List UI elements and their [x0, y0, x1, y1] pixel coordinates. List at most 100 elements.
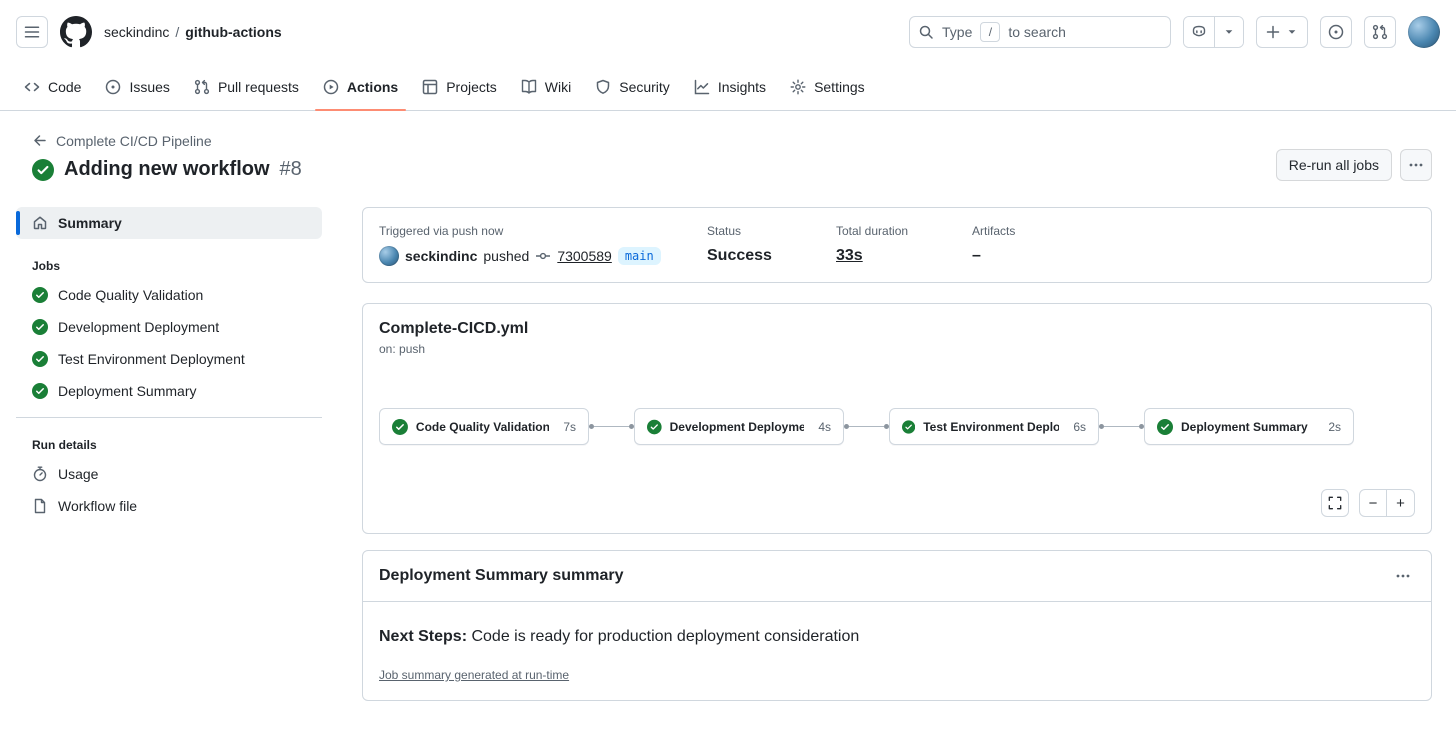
artifacts-label: Artifacts — [972, 224, 1016, 238]
graph-connector — [1099, 424, 1144, 429]
tab-label: Pull requests — [217, 79, 299, 95]
commit-sha-link[interactable]: 7300589 — [557, 248, 612, 264]
book-icon — [521, 79, 536, 94]
git-commit-icon — [536, 252, 551, 260]
tab-security[interactable]: Security — [587, 64, 678, 110]
hamburger-menu-button[interactable] — [16, 16, 48, 48]
workflow-graph-card: Complete-CICD.yml on: push Code Quality … — [362, 303, 1432, 534]
tab-settings[interactable]: Settings — [782, 64, 873, 110]
run-main: Triggered via push now seckindinc pushed… — [362, 207, 1432, 701]
create-new-button[interactable] — [1256, 16, 1308, 48]
fullscreen-icon — [1328, 496, 1342, 510]
breadcrumb-owner[interactable]: seckindinc — [104, 24, 169, 40]
copilot-dropdown-button[interactable] — [1214, 17, 1243, 47]
sidebar-job-test-environment-deployment[interactable]: Test Environment Deployment — [16, 343, 322, 375]
chevron-down-icon — [1225, 30, 1233, 34]
branch-badge[interactable]: main — [617, 247, 661, 265]
tab-label: Issues — [129, 79, 170, 95]
workflow-trigger: on: push — [379, 342, 426, 356]
fullscreen-button[interactable] — [1321, 489, 1349, 517]
code-icon — [24, 82, 40, 92]
slash-key-hint: / — [980, 22, 1001, 42]
kebab-horizontal-icon — [1409, 163, 1423, 167]
tab-pull-requests[interactable]: Pull requests — [186, 64, 307, 110]
hamburger-icon — [24, 26, 40, 38]
tab-label: Settings — [814, 79, 865, 95]
user-avatar[interactable] — [1408, 16, 1440, 48]
triggered-label: Triggered via push now — [379, 224, 504, 238]
shield-icon — [596, 79, 610, 94]
github-logo-icon[interactable] — [60, 16, 92, 48]
sidebar-job-deployment-summary[interactable]: Deployment Summary — [16, 375, 322, 407]
success-check-icon — [1157, 418, 1173, 435]
duration-label: Total duration — [836, 224, 909, 238]
sidebar-item-workflow-file[interactable]: Workflow file — [16, 490, 322, 522]
tab-label: Code — [48, 79, 82, 95]
workflow-node-code-quality-validation[interactable]: Code Quality Validation 7s — [379, 408, 589, 445]
sidebar-item-summary[interactable]: Summary — [16, 207, 322, 239]
graph-connector — [844, 424, 889, 429]
back-link-label: Complete CI/CD Pipeline — [56, 133, 212, 149]
search-input[interactable]: Type / to search — [909, 16, 1171, 48]
rerun-all-jobs-button[interactable]: Re-run all jobs — [1275, 149, 1392, 181]
back-to-workflow-link[interactable]: Complete CI/CD Pipeline — [32, 133, 212, 149]
actor-name[interactable]: seckindinc — [405, 248, 477, 264]
artifacts-value: – — [972, 247, 981, 264]
zoom-out-button[interactable]: − — [1359, 489, 1387, 517]
sidebar-job-development-deployment[interactable]: Development Deployment — [16, 311, 322, 343]
breadcrumb-repo[interactable]: github-actions — [185, 24, 281, 40]
run-sidebar: Summary Jobs Code Quality Validation Dev… — [16, 207, 322, 701]
tab-insights[interactable]: Insights — [686, 64, 774, 110]
tab-actions[interactable]: Actions — [314, 64, 407, 111]
trigger-summary-card: Triggered via push now seckindinc pushed… — [362, 207, 1432, 283]
git-pull-request-icon — [194, 79, 210, 95]
success-check-icon — [32, 351, 48, 367]
kebab-horizontal-icon — [1396, 574, 1410, 578]
search-placeholder-before: Type — [942, 24, 973, 40]
pull-requests-header-button[interactable] — [1364, 16, 1396, 48]
copilot-button-group — [1183, 16, 1244, 48]
sidebar-item-usage[interactable]: Usage — [16, 458, 322, 490]
duration-column: Total duration 33s — [836, 224, 972, 266]
node-duration: 2s — [1328, 419, 1341, 434]
run-header-left: Complete CI/CD Pipeline Adding new workf… — [32, 133, 302, 181]
job-summary-header: Deployment Summary summary — [363, 551, 1431, 602]
issue-opened-icon — [1328, 24, 1344, 40]
job-summary-footer-link[interactable]: Job summary generated at run-time — [379, 668, 569, 682]
node-name: Deployment Summary — [1181, 419, 1308, 434]
tab-projects[interactable]: Projects — [414, 64, 505, 110]
run-actions: Re-run all jobs — [1275, 149, 1432, 181]
search-icon — [919, 25, 933, 39]
actor-action: pushed — [483, 248, 530, 264]
job-summary-body: Next Steps: Code is ready for production… — [363, 602, 1431, 700]
arrow-left-icon — [34, 135, 46, 146]
workflow-node-test-environment-deployment[interactable]: Test Environment Deploym... 6s — [889, 408, 1099, 445]
tab-label: Wiki — [544, 79, 572, 95]
node-name: Development Deployment — [669, 419, 805, 434]
success-check-icon — [32, 158, 54, 181]
actor-avatar[interactable] — [379, 246, 399, 266]
tab-label: Insights — [717, 79, 767, 95]
duration-value[interactable]: 33s — [836, 247, 863, 265]
job-summary-title: Deployment Summary summary — [379, 567, 624, 584]
node-duration: 7s — [563, 419, 576, 434]
run-options-button[interactable] — [1400, 149, 1432, 181]
sidebar-job-label: Development Deployment — [58, 319, 220, 335]
workflow-node-deployment-summary[interactable]: Deployment Summary 2s — [1144, 408, 1354, 445]
tab-wiki[interactable]: Wiki — [513, 64, 579, 110]
job-summary-options-button[interactable] — [1391, 564, 1415, 588]
node-name: Code Quality Validation — [415, 419, 550, 434]
zoom-in-button[interactable]: + — [1387, 489, 1415, 517]
sidebar-summary-label: Summary — [58, 215, 122, 231]
play-icon — [323, 79, 339, 95]
copilot-button[interactable] — [1184, 17, 1214, 47]
tab-code[interactable]: Code — [16, 64, 89, 110]
workflow-node-development-deployment[interactable]: Development Deployment 4s — [634, 408, 844, 445]
sidebar-job-code-quality-validation[interactable]: Code Quality Validation — [16, 279, 322, 311]
global-header: seckindinc / github-actions Type / to se… — [0, 0, 1456, 64]
breadcrumb: seckindinc / github-actions — [104, 24, 282, 40]
issues-header-button[interactable] — [1320, 16, 1352, 48]
gear-icon — [790, 79, 806, 95]
tab-issues[interactable]: Issues — [97, 64, 177, 110]
run-title: Adding new workflow — [64, 158, 270, 180]
